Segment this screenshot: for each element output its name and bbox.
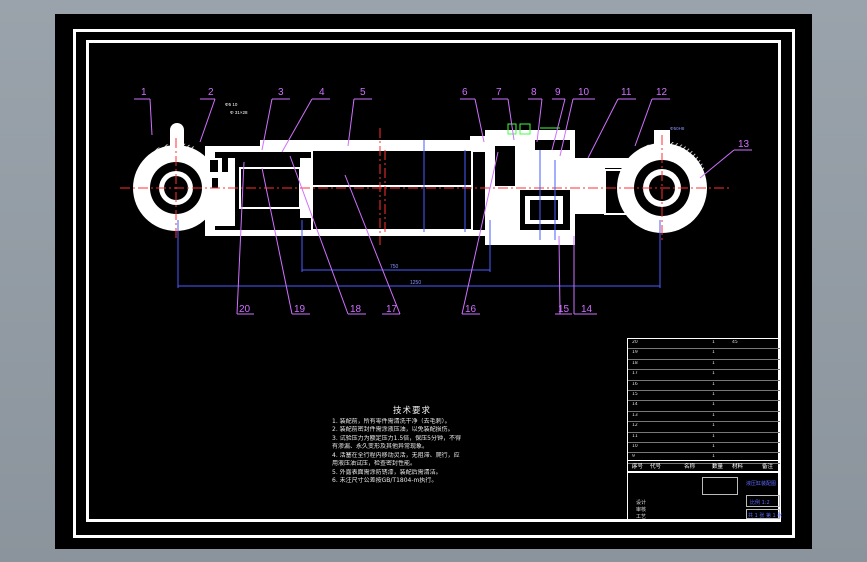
- bom-header-remark: 备注: [762, 464, 774, 470]
- bom-cell: 45: [732, 340, 738, 345]
- callout-19: 19: [294, 304, 306, 315]
- bom-header-qty: 数量: [712, 464, 724, 470]
- bom-cell: 20: [632, 340, 638, 345]
- bom-row: 11 1: [628, 433, 780, 443]
- tech-note-line: 2. 装配前密封件需涂液压油，以免装配损伤。: [332, 426, 454, 433]
- bom-cell: 16: [632, 381, 638, 387]
- title-block: 液压缸装配图 比例 1:2 共 1 张 第 1 张 设计 审核 工艺: [627, 472, 783, 520]
- total-length-dimension-text: 1250: [410, 280, 421, 286]
- bom-row: 13 1: [628, 412, 780, 423]
- left-note-2: Φ 31×28: [230, 110, 248, 115]
- callout-14: 14: [581, 304, 593, 315]
- bom-cell: 10: [632, 443, 638, 449]
- bom-row: 18 1: [628, 360, 780, 371]
- bom-cell: 12: [632, 423, 638, 429]
- bom-cell: 1: [712, 412, 715, 418]
- callout-1: 1: [141, 87, 147, 98]
- title-block-scale: 比例 1:2: [750, 500, 770, 506]
- bom-cell: 1: [712, 371, 715, 377]
- callout-2: 2: [208, 87, 214, 98]
- title-block-sheet: 共 1 张 第 1 张: [748, 513, 783, 519]
- bom-cell: 1: [712, 454, 715, 460]
- tech-note-line: 1. 装配前，所有零件需清洗干净（去毛刺）。: [332, 417, 451, 425]
- bill-of-materials: 2014519118117116115114113112111110191817…: [627, 338, 781, 472]
- callout-16: 16: [465, 304, 477, 315]
- bom-cell: 1: [712, 350, 715, 356]
- bom-row: 14 1: [628, 401, 780, 412]
- bom-header-code: 代号: [650, 464, 662, 470]
- tech-note-line: 有渗漏、永久变形及其他异常现象。: [332, 443, 429, 450]
- bom-cell: 17: [632, 371, 638, 377]
- bom-cell: 13: [632, 412, 638, 418]
- bom-header-name: 名称: [684, 464, 696, 470]
- tech-note-line: 4. 活塞在全行程内移动灵活，无阻滞、爬行，应: [332, 451, 460, 459]
- callout-13: 13: [738, 139, 750, 150]
- bom-cell: 19: [632, 350, 638, 356]
- callout-7: 7: [496, 87, 502, 98]
- callout-9: 9: [555, 87, 561, 98]
- bom-cell: 1: [712, 360, 715, 366]
- bom-row: 20 1 45: [628, 339, 780, 350]
- callout-20: 20: [239, 304, 251, 315]
- left-note-1: Φ5 10: [225, 102, 238, 107]
- callout-17: 17: [386, 304, 398, 315]
- cylinder-barrel: [205, 136, 515, 236]
- bom-header: 序号 代号 名称 数量 材料 备注: [628, 460, 780, 471]
- tech-note-line: 3. 试验压力为额定压力1.5倍，保压5分钟，不得: [332, 434, 461, 442]
- callout-18: 18: [350, 304, 362, 315]
- bom-cell: 14: [632, 402, 638, 408]
- bom-header-no: 序号: [632, 464, 644, 470]
- bom-row: 17 1: [628, 370, 780, 381]
- bom-cell: 11: [632, 433, 638, 439]
- right-note: Φ50H8: [670, 126, 685, 131]
- bom-cell: 1: [712, 433, 715, 439]
- callout-12: 12: [656, 87, 668, 98]
- callout-10: 10: [578, 87, 590, 98]
- title-block-designer: 设计: [636, 500, 647, 506]
- bom-cell: 18: [632, 360, 638, 366]
- title-block-drawing-name-cell: [702, 477, 738, 495]
- tech-note-line: 用液压油试压，检查密封性能。: [332, 460, 417, 467]
- title-block-process: 工艺: [636, 514, 647, 520]
- bom-cell: 1: [712, 340, 715, 345]
- callout-4: 4: [319, 87, 325, 98]
- bom-cell: 1: [712, 443, 715, 449]
- technical-requirements-title: 技术要求: [392, 406, 431, 416]
- bom-cell: 1: [712, 402, 715, 408]
- right-clevis-end: [617, 130, 707, 233]
- bom-row: 19 1: [628, 349, 780, 360]
- bom-cell: 1: [712, 391, 715, 397]
- callout-3: 3: [278, 87, 284, 98]
- title-block-drawing-title: 液压缸装配图: [746, 481, 777, 487]
- callout-11: 11: [621, 87, 632, 98]
- technical-requirements: 技术要求 1. 装配前，所有零件需清洗干净（去毛刺）。 2. 装配前密封件需涂液…: [332, 407, 492, 486]
- bom-cell: 15: [632, 391, 638, 397]
- bom-cell: 9: [632, 454, 635, 460]
- callout-8: 8: [531, 87, 537, 98]
- title-block-reviewer: 审核: [636, 507, 647, 513]
- stroke-dimension-text: 750: [390, 264, 399, 270]
- bom-row: 15 1: [628, 391, 780, 402]
- bom-row: 12 1: [628, 422, 780, 433]
- tech-note-line: 6. 未注尺寸公差按GB/T1804-m执行。: [332, 477, 438, 484]
- bom-row: 16 1: [628, 381, 780, 391]
- bom-cell: 1: [712, 381, 715, 387]
- callout-6: 6: [462, 87, 468, 98]
- bom-header-material: 材料: [732, 464, 744, 470]
- tech-note-line: 5. 外露表面需涂防锈漆，装配后需清洁。: [332, 468, 442, 476]
- bom-row: 10 1: [628, 443, 780, 454]
- bom-cell: 1: [712, 423, 715, 429]
- callout-15: 15: [558, 304, 570, 315]
- callout-5: 5: [360, 87, 366, 98]
